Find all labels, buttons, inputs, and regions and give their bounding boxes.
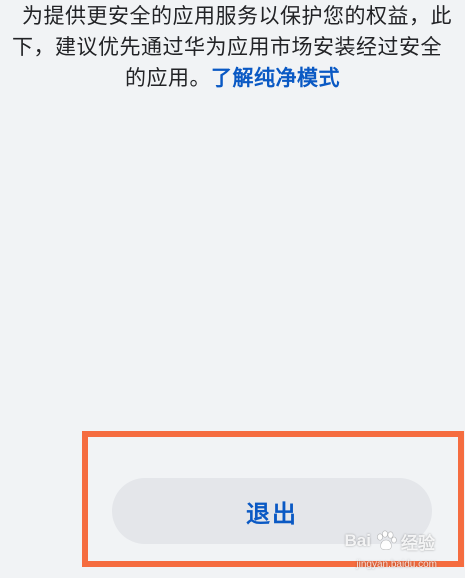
- message-line-3-text: 的应用。: [125, 66, 211, 90]
- baidu-paw-icon: [377, 530, 397, 551]
- security-message: 为提供更安全的应用服务以保护您的权益，此 下，建议优先通过华为应用市场安装经过安…: [0, 0, 465, 94]
- message-line-2: 下，建议优先通过华为应用市场安装经过安全: [12, 35, 442, 59]
- message-line-3: 的应用。了解纯净模式: [0, 63, 465, 94]
- learn-pure-mode-link[interactable]: 了解纯净模式: [211, 66, 340, 90]
- baidu-jingyan-watermark: Bai 经验: [345, 528, 435, 554]
- message-line-1: 为提供更安全的应用服务以保护您的权益，此: [22, 4, 452, 28]
- watermark-brand-right: 经验: [401, 533, 435, 553]
- watermark-brand-left: Bai: [344, 531, 371, 550]
- pure-mode-screen: 为提供更安全的应用服务以保护您的权益，此 下，建议优先通过华为应用市场安装经过安…: [0, 0, 465, 578]
- watermark-domain: jingyan.baidu.com: [356, 559, 437, 570]
